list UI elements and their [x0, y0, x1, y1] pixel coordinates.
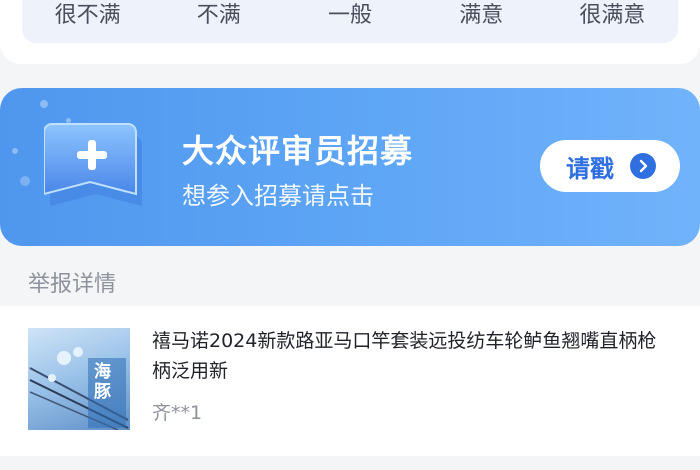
banner-subtitle: 想参入招募请点击	[182, 182, 374, 210]
join-button-label: 请戳	[566, 154, 614, 183]
rating-option-neutral[interactable]: 一般	[284, 0, 415, 43]
banner-title: 大众评审员招募	[182, 132, 414, 170]
join-button[interactable]: 请戳	[540, 140, 680, 192]
section-title: 举报详情	[28, 272, 117, 297]
rating-option-satisfied[interactable]: 满意	[416, 0, 547, 43]
rating-option-very-satisfied[interactable]: 很满意	[547, 0, 678, 43]
bookmark-add-icon	[44, 123, 142, 206]
rating-card: 很不满 不满 一般 满意 很满意	[0, 0, 700, 64]
product-thumbnail: 海豚	[28, 328, 130, 430]
bottom-spacer	[0, 456, 700, 470]
chevron-right-icon	[630, 153, 656, 179]
reporter-name: 齐**1	[152, 402, 203, 424]
thumbnail-caption: 海豚	[94, 362, 111, 402]
product-title[interactable]: 禧马诺2024新款路亚马口竿套装远投纺车轮鲈鱼翘嘴直柄枪柄泛用新	[152, 326, 672, 386]
report-item[interactable]: 海豚 禧马诺2024新款路亚马口竿套装远投纺车轮鲈鱼翘嘴直柄枪柄泛用新 齐**1	[0, 306, 700, 456]
rating-option-very-unsatisfied[interactable]: 很不满	[22, 0, 153, 43]
rating-options: 很不满 不满 一般 满意 很满意	[22, 0, 678, 43]
rating-option-unsatisfied[interactable]: 不满	[153, 0, 284, 43]
